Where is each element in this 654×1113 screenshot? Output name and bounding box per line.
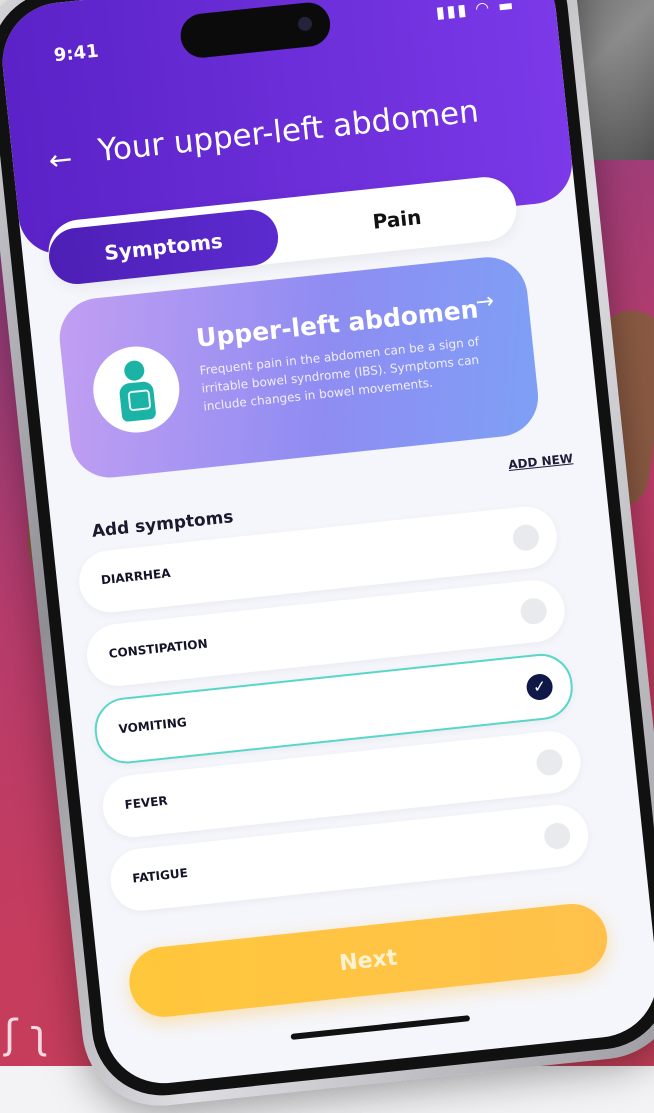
checkbox-icon[interactable] bbox=[535, 748, 564, 777]
tab-pain[interactable]: Pain bbox=[295, 184, 499, 255]
figure-head bbox=[123, 359, 146, 382]
tab-symptoms[interactable]: Symptoms bbox=[46, 207, 281, 287]
checkbox-icon[interactable] bbox=[542, 821, 572, 851]
symptom-label: DIARRHEA bbox=[100, 566, 172, 588]
checkbox-icon[interactable] bbox=[511, 523, 541, 552]
decoration-icon: ʃ ʅ bbox=[4, 1012, 49, 1058]
intestine-icon bbox=[127, 389, 152, 412]
add-new-link[interactable]: ADD NEW bbox=[508, 451, 574, 472]
checkmark-icon[interactable]: ✓ bbox=[525, 672, 554, 702]
symptom-list: DIARRHEA CONSTIPATION VOMITING ✓ FEVER F… bbox=[76, 503, 592, 926]
body-illustration-icon bbox=[89, 342, 184, 437]
phone-device: 9:41 ▮▮▮ ◠ ▬ ← Your upper-left abdomen S… bbox=[0, 0, 654, 1113]
symptom-label: FEVER bbox=[123, 793, 169, 812]
app-screen: 9:41 ▮▮▮ ◠ ▬ ← Your upper-left abdomen S… bbox=[0, 0, 654, 1090]
back-arrow-icon[interactable]: ← bbox=[47, 142, 74, 177]
symptom-label: CONSTIPATION bbox=[108, 636, 209, 661]
next-button[interactable]: Next bbox=[125, 900, 611, 1021]
page-title: Your upper-left abdomen bbox=[96, 93, 481, 170]
camera-icon bbox=[297, 16, 313, 32]
add-symptoms-heading: Add symptoms bbox=[90, 507, 235, 542]
dynamic-island bbox=[178, 0, 333, 60]
symptom-label: FATIGUE bbox=[131, 865, 189, 886]
home-indicator bbox=[290, 1015, 471, 1040]
checkbox-icon[interactable] bbox=[519, 596, 548, 626]
arrow-right-icon[interactable]: → bbox=[474, 289, 495, 316]
info-card[interactable]: Upper-left abdomen → Frequent pain in th… bbox=[55, 253, 543, 482]
symptom-label: VOMITING bbox=[117, 715, 188, 737]
status-icons: ▮▮▮ ◠ ▬ bbox=[434, 0, 517, 23]
status-time: 9:41 bbox=[52, 40, 100, 67]
